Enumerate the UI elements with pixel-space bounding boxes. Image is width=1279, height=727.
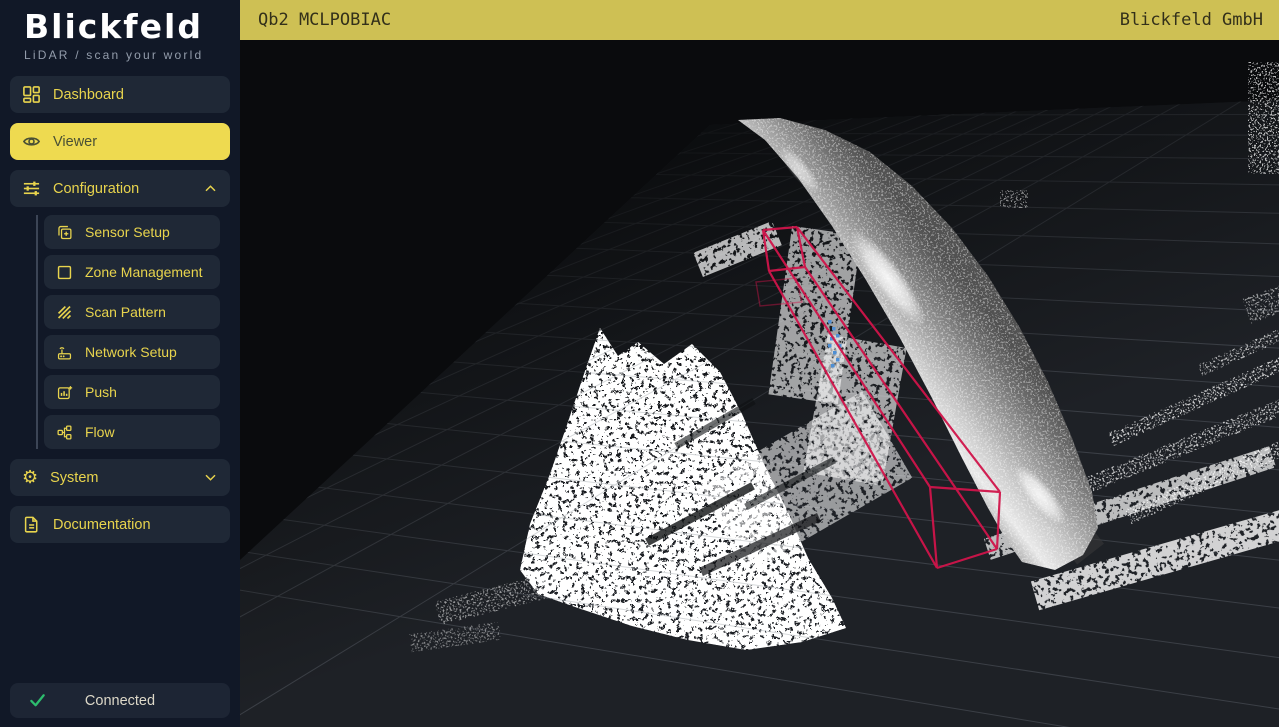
- sidebar-item-zone-management[interactable]: Zone Management: [44, 255, 220, 290]
- topbar: Qb2 MCLPOBIAC Blickfeld GmbH: [240, 0, 1279, 40]
- sidebar-item-label: Push: [85, 384, 117, 401]
- sidebar-item-label: Configuration: [53, 180, 140, 197]
- sidebar-nav: Dashboard Viewer Configuration Sensor Se…: [0, 68, 240, 553]
- sidebar-item-label: Documentation: [53, 516, 151, 533]
- sidebar-item-system[interactable]: ⚙ System: [10, 459, 230, 497]
- sidebar-item-scan-pattern[interactable]: Scan Pattern: [44, 295, 220, 330]
- eye-icon: [22, 137, 41, 146]
- flow-icon: [57, 425, 72, 440]
- blickfeld-app: Blickfeld LiDAR / scan your world Dashbo…: [0, 0, 1279, 727]
- pointcloud-viewer[interactable]: [240, 40, 1279, 727]
- sidebar: Blickfeld LiDAR / scan your world Dashbo…: [0, 0, 240, 727]
- sidebar-item-documentation[interactable]: Documentation: [10, 506, 230, 544]
- sidebar-item-sensor-setup[interactable]: Sensor Setup: [44, 215, 220, 250]
- sidebar-item-label: Network Setup: [85, 344, 177, 361]
- sidebar-item-flow[interactable]: Flow: [44, 415, 220, 450]
- brand-name: Blickfeld: [24, 7, 203, 46]
- gear-icon: ⚙: [22, 466, 39, 488]
- sidebar-item-network-setup[interactable]: Network Setup: [44, 335, 220, 370]
- sidebar-item-label: System: [50, 469, 99, 486]
- dashboard-icon: [23, 86, 40, 104]
- sidebar-item-dashboard[interactable]: Dashboard: [10, 76, 230, 114]
- sidebar-item-label: Zone Management: [85, 264, 203, 281]
- sidebar-item-push[interactable]: Push: [44, 375, 220, 410]
- zone-icon: [57, 265, 72, 279]
- chevron-down-icon: [203, 470, 218, 485]
- sidebar-item-label: Dashboard: [53, 86, 124, 103]
- device-name: Qb2 MCLPOBIAC: [258, 10, 392, 30]
- network-icon: [57, 346, 72, 360]
- sidebar-item-label: Sensor Setup: [85, 224, 170, 241]
- sliders-icon: [23, 181, 40, 196]
- configuration-submenu: Sensor Setup Zone Management Scan Patter…: [36, 215, 220, 450]
- check-icon: [30, 694, 45, 707]
- pointcloud-svg: [240, 40, 1279, 727]
- scan-pattern-icon: [57, 305, 72, 319]
- chevron-up-icon: [203, 181, 218, 196]
- sidebar-item-label: Scan Pattern: [85, 304, 166, 321]
- sidebar-item-viewer[interactable]: Viewer: [10, 123, 230, 161]
- sidebar-item-configuration[interactable]: Configuration: [10, 170, 230, 208]
- sidebar-item-label: Flow: [85, 424, 115, 441]
- company-name: Blickfeld GmbH: [1119, 10, 1263, 30]
- connection-status: Connected: [10, 683, 230, 718]
- document-icon: [24, 516, 38, 533]
- sensor-setup-icon: [58, 225, 72, 239]
- brand-tagline: LiDAR / scan your world: [24, 48, 204, 63]
- status-label: Connected: [84, 692, 156, 709]
- sidebar-item-label: Viewer: [53, 133, 98, 150]
- push-icon: [57, 385, 73, 399]
- brand-logo: Blickfeld LiDAR / scan your world: [0, 0, 240, 68]
